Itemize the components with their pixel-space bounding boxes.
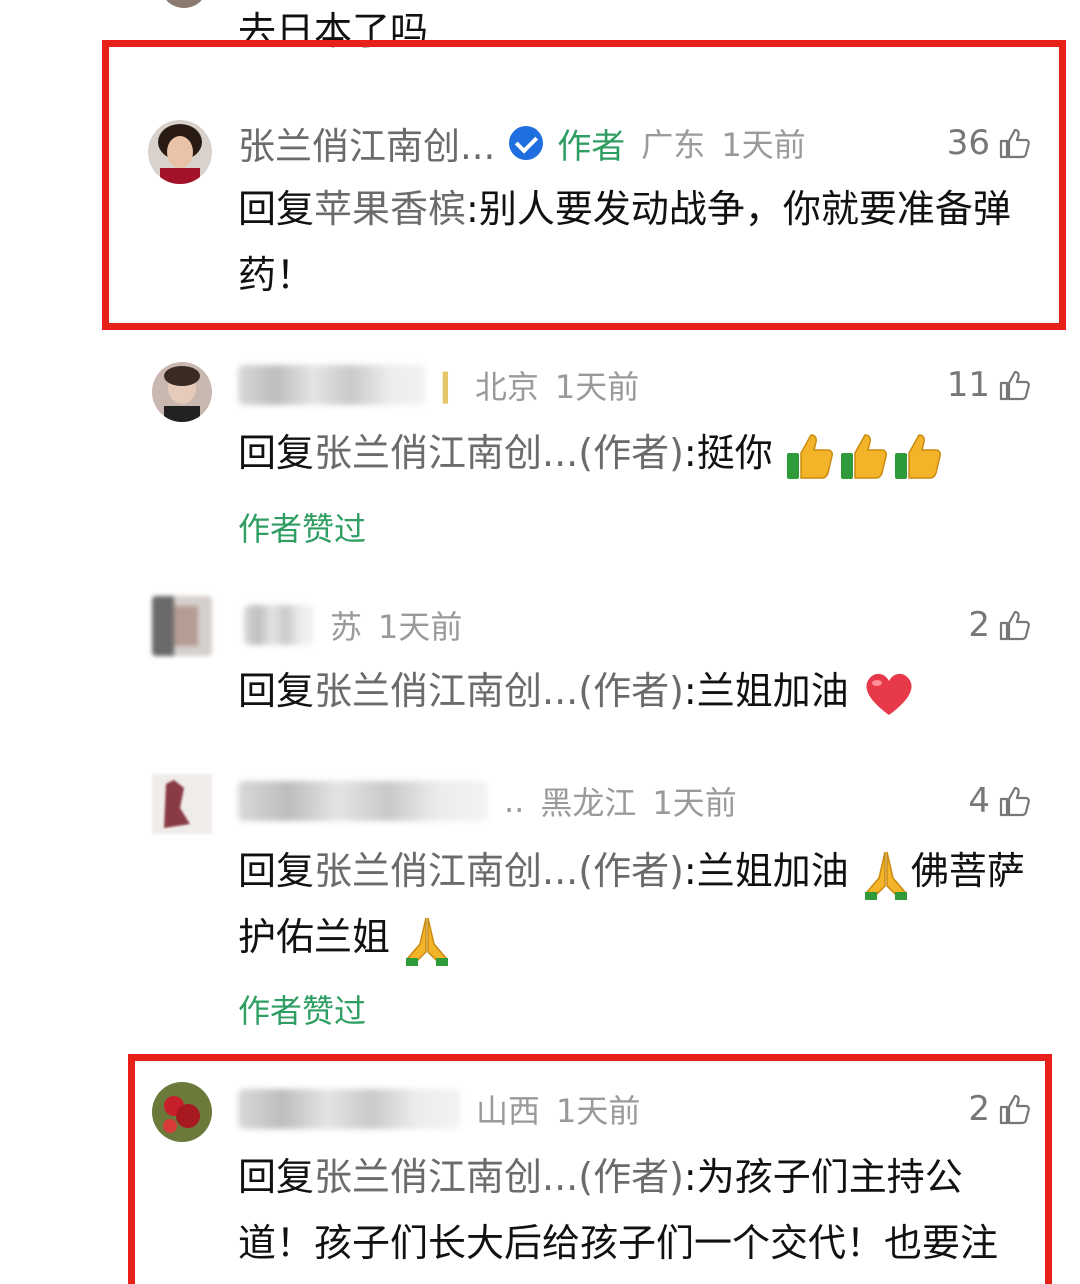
reply-target[interactable]: 张兰俏江南创...(作者) bbox=[314, 431, 684, 475]
thumbs-up-icon bbox=[999, 1094, 1030, 1125]
location: 北京 bbox=[474, 368, 539, 406]
reply-prefix: 回复 bbox=[238, 669, 315, 713]
thumbs-up-icon bbox=[999, 370, 1030, 401]
reply-target[interactable]: 苹果香槟 bbox=[314, 187, 466, 231]
avatar[interactable] bbox=[152, 774, 212, 834]
comment-text: :兰姐加油 bbox=[683, 849, 849, 893]
praying-hands-emoji bbox=[406, 917, 449, 966]
reply-target[interactable]: 张兰俏江南创...(作者) bbox=[314, 669, 684, 713]
avatar[interactable] bbox=[152, 1082, 212, 1142]
avatar[interactable] bbox=[152, 362, 212, 422]
location: 山西 bbox=[476, 1092, 541, 1130]
liked-by-author-label: 作者赞过 bbox=[238, 510, 367, 548]
liked-by-author-label: 作者赞过 bbox=[238, 992, 367, 1030]
author-name[interactable]: 张兰俏江南创... bbox=[238, 116, 495, 170]
comment-text: :挺你 bbox=[683, 431, 773, 475]
comment-text: :兰姐加油 bbox=[683, 669, 849, 713]
location: 苏 bbox=[330, 608, 363, 646]
like-button[interactable]: 11 bbox=[947, 360, 1032, 410]
timestamp: 1天前 bbox=[378, 608, 463, 646]
heart-emoji bbox=[866, 673, 912, 715]
badge-icon: ❙ bbox=[432, 366, 459, 404]
author-name-blurred[interactable] bbox=[238, 781, 488, 821]
like-count: 11 bbox=[946, 365, 990, 405]
like-count: 2 bbox=[968, 1089, 990, 1129]
thumbs-up-emoji bbox=[786, 433, 941, 479]
author-name-blurred[interactable] bbox=[238, 365, 426, 405]
verified-badge-icon bbox=[509, 126, 544, 160]
reply-prefix: 回复 bbox=[238, 431, 315, 475]
like-count: 4 bbox=[968, 781, 990, 821]
like-count: 36 bbox=[946, 123, 990, 163]
reply-target[interactable]: 张兰俏江南创...(作者) bbox=[314, 1155, 684, 1199]
avatar[interactable] bbox=[148, 120, 212, 184]
location: 黑龙江 bbox=[540, 784, 637, 822]
avatar[interactable] bbox=[152, 596, 212, 656]
thumbs-up-icon bbox=[999, 610, 1030, 641]
reply-prefix: 回复 bbox=[238, 1155, 315, 1199]
location: 广东 bbox=[641, 126, 706, 164]
reply-target[interactable]: 张兰俏江南创...(作者) bbox=[314, 849, 684, 893]
thumbs-up-icon bbox=[999, 128, 1030, 159]
like-button[interactable]: 36 bbox=[947, 118, 1032, 168]
like-count: 2 bbox=[968, 605, 990, 645]
timestamp: 1天前 bbox=[554, 368, 640, 406]
like-button[interactable]: 2 bbox=[968, 1084, 1032, 1134]
author-name-blurred[interactable] bbox=[244, 605, 314, 645]
timestamp: 1天前 bbox=[556, 1092, 641, 1130]
timestamp: 1天前 bbox=[652, 784, 737, 822]
author-name-blurred[interactable] bbox=[238, 1089, 460, 1129]
location-prefix: .. bbox=[504, 782, 525, 820]
like-button[interactable]: 2 bbox=[968, 600, 1032, 650]
praying-hands-emoji bbox=[864, 851, 907, 900]
like-button[interactable]: 4 bbox=[968, 776, 1032, 826]
reply-prefix: 回复 bbox=[238, 849, 315, 893]
thumbs-up-icon bbox=[999, 786, 1030, 817]
avatar[interactable] bbox=[160, 0, 208, 8]
reply-prefix: 回复 bbox=[238, 187, 315, 231]
author-tag: 作者 bbox=[557, 126, 626, 167]
timestamp: 1天前 bbox=[721, 126, 806, 164]
